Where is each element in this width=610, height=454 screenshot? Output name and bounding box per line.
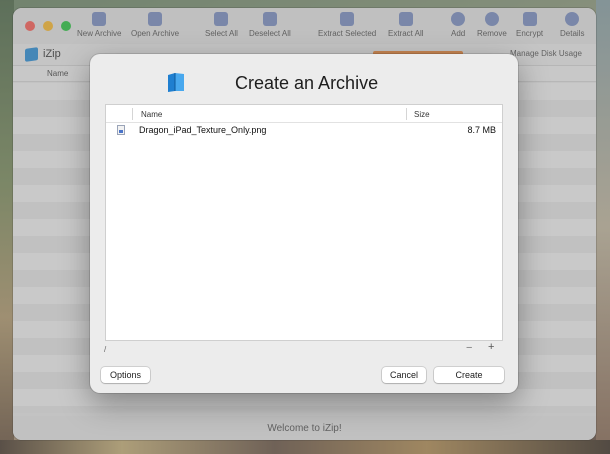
file-table: Name Size Dragon_iPad_Texture_Only.png 8…: [105, 104, 503, 341]
column-divider: [406, 108, 407, 120]
column-header-size[interactable]: Size: [414, 110, 430, 119]
create-button[interactable]: Create: [434, 367, 504, 383]
cancel-button[interactable]: Cancel: [382, 367, 426, 383]
izip-archive-icon: [168, 73, 184, 92]
column-divider: [132, 108, 133, 120]
archive-path: /: [104, 345, 107, 354]
column-header-name[interactable]: Name: [141, 110, 162, 119]
file-table-header: Name Size: [106, 105, 502, 123]
add-file-button[interactable]: +: [488, 341, 494, 353]
table-row[interactable]: Dragon_iPad_Texture_Only.png 8.7 MB: [106, 123, 502, 138]
file-name: Dragon_iPad_Texture_Only.png: [139, 125, 267, 135]
create-archive-sheet: Create an Archive Name Size Dragon_iPad_…: [90, 54, 518, 393]
image-file-icon: [117, 125, 125, 135]
remove-file-button[interactable]: −: [466, 342, 472, 354]
file-size: 8.7 MB: [467, 125, 496, 135]
sheet-title: Create an Archive: [235, 73, 379, 93]
options-button[interactable]: Options: [101, 367, 150, 383]
